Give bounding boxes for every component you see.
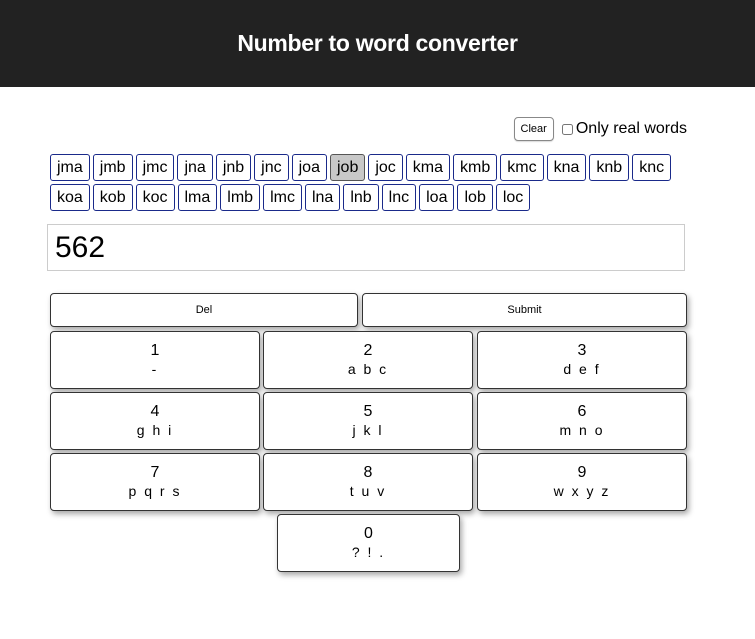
key-digit: 3 — [577, 342, 587, 359]
suggestion-chip[interactable]: joa — [291, 154, 327, 181]
key-3[interactable]: 3 d e f — [477, 331, 687, 389]
key-digit: 8 — [363, 464, 373, 481]
key-letters: m n o — [559, 422, 605, 438]
suggestion-chip[interactable]: loa — [419, 184, 455, 211]
number-display-value: 562 — [55, 230, 106, 264]
suggestion-chip[interactable]: jmb — [92, 154, 133, 181]
key-8[interactable]: 8 t u v — [263, 453, 473, 511]
key-digit: 1 — [150, 342, 160, 359]
suggestion-chip[interactable]: jma — [50, 154, 90, 181]
suggestion-chip[interactable]: loc — [495, 184, 531, 211]
submit-button[interactable]: Submit — [362, 293, 687, 327]
key-0[interactable]: 0 ? ! . — [277, 514, 460, 572]
suggestion-chip[interactable]: koa — [50, 184, 90, 211]
only-real-words-label: Only real words — [575, 120, 687, 137]
suggestion-chip[interactable]: jnc — [254, 154, 289, 181]
app-header: Number to word converter — [0, 0, 755, 87]
key-digit: 2 — [363, 342, 373, 359]
suggestion-chip[interactable]: kmb — [453, 154, 498, 181]
key-letters: t u v — [349, 483, 387, 499]
key-digit: 0 — [364, 525, 373, 542]
key-6[interactable]: 6 m n o — [477, 392, 687, 450]
suggestion-chip[interactable]: lnb — [343, 184, 379, 211]
suggestion-chip[interactable]: lob — [457, 184, 493, 211]
key-letters: j k l — [352, 422, 384, 438]
suggestion-chip[interactable]: jna — [177, 154, 213, 181]
suggestion-chip[interactable]: kma — [405, 154, 451, 181]
page-title: Number to word converter — [237, 30, 518, 56]
suggestion-chip[interactable]: lmb — [220, 184, 261, 211]
key-digit: 4 — [150, 403, 160, 420]
suggestion-chip[interactable]: lnc — [381, 184, 417, 211]
key-9[interactable]: 9 w x y z — [477, 453, 687, 511]
only-real-words-checkbox[interactable] — [561, 123, 573, 135]
key-letters: a b c — [347, 361, 389, 377]
suggestion-chip[interactable]: jmc — [135, 154, 175, 181]
submit-button-label: Submit — [507, 304, 542, 316]
suggestion-chip[interactable]: kmc — [500, 154, 544, 181]
key-4[interactable]: 4 g h i — [50, 392, 260, 450]
suggestion-chip[interactable]: knc — [632, 154, 672, 181]
number-display: 562 — [47, 224, 685, 271]
suggestion-chip[interactable]: kna — [546, 154, 587, 181]
key-letters: p q r s — [128, 483, 182, 499]
suggestion-chip[interactable]: knb — [589, 154, 630, 181]
suggestion-chip[interactable]: jnb — [215, 154, 252, 181]
key-letters: ? ! . — [351, 544, 386, 560]
key-1[interactable]: 1- — [50, 331, 260, 389]
key-2[interactable]: 2 a b c — [263, 331, 473, 389]
suggestion-list: jma jmb jmc jna jnb jnc joa job joc kma kmb kmc kna k… — [50, 154, 690, 211]
key-digit: 6 — [577, 403, 587, 420]
suggestion-chip[interactable]: job — [329, 154, 366, 181]
key-5[interactable]: 5 j k l — [263, 392, 473, 450]
clear-button[interactable]: Clear — [513, 117, 554, 141]
key-letters: - — [151, 361, 159, 377]
suggestion-chip[interactable]: lmc — [263, 184, 302, 211]
suggestion-chip[interactable]: koc — [135, 184, 175, 211]
toolbar: Clear Only real words — [513, 117, 687, 141]
suggestion-chip[interactable]: lma — [177, 184, 218, 211]
key-letters: w x y z — [553, 483, 611, 499]
suggestion-chip[interactable]: kob — [92, 184, 133, 211]
key-digit: 9 — [577, 464, 587, 481]
key-letters: g h i — [136, 422, 174, 438]
suggestion-chip[interactable]: lna — [304, 184, 341, 211]
suggestion-chip[interactable]: joc — [368, 154, 403, 181]
del-button[interactable]: Del — [50, 293, 358, 327]
del-button-label: Del — [195, 304, 213, 316]
key-digit: 7 — [150, 464, 160, 481]
key-letters: d e f — [563, 361, 601, 377]
key-7[interactable]: 7 p q r s — [50, 453, 260, 511]
only-real-words-toggle[interactable]: Only real words — [561, 120, 687, 138]
key-digit: 5 — [363, 403, 373, 420]
